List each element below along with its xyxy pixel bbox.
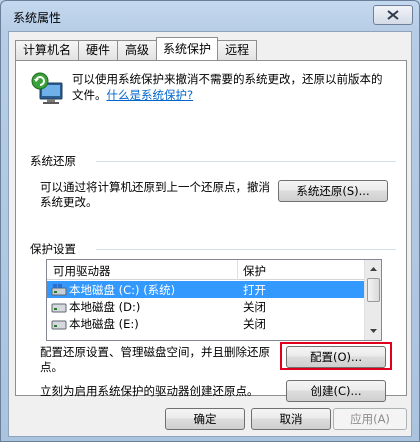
system-restore-group-label: 系统还原 [30, 154, 76, 168]
protection-settings-divider [96, 249, 396, 250]
system-properties-window: 系统属性 计算机名 硬件 高级 系统保护 远程 可以使用系统保护来撤消不需要的系… [0, 0, 420, 442]
configure-description: 配置还原设置、管理磁盘空间，并且删除还原点。 [40, 345, 270, 374]
column-available-drives[interactable]: 可用驱动器 [53, 263, 111, 279]
dialog-client-area: 计算机名 硬件 高级 系统保护 远程 可以使用系统保护来撤消不需要的系统更改，还… [8, 31, 412, 437]
drive-list-header: 可用驱动器 保护 [47, 260, 365, 280]
system-restore-divider [96, 161, 396, 162]
close-icon [387, 10, 399, 20]
drive-icon [51, 320, 67, 330]
tab-hardware[interactable]: 硬件 [78, 40, 119, 60]
scroll-up-button[interactable] [366, 261, 381, 277]
drive-name: 本地磁盘 (C:) (系统) [69, 283, 176, 297]
system-protection-icon [31, 72, 63, 104]
drive-protection-status: 关闭 [243, 317, 266, 331]
tab-system-protection[interactable]: 系统保护 [156, 37, 219, 60]
system-restore-button[interactable]: 系统还原(S)... [278, 180, 388, 202]
chevron-down-icon [370, 329, 377, 333]
tab-advanced[interactable]: 高级 [117, 40, 158, 60]
drive-row-c[interactable]: 本地磁盘 (C:) (系统) 打开 [47, 281, 365, 298]
drive-row-e[interactable]: 本地磁盘 (E:) 关闭 [47, 315, 365, 332]
protection-settings-group-label: 保护设置 [30, 242, 76, 256]
window-title: 系统属性 [13, 11, 62, 25]
drive-row-d[interactable]: 本地磁盘 (D:) 关闭 [47, 298, 365, 315]
system-drive-icon [51, 284, 67, 296]
drive-name: 本地磁盘 (D:) [69, 300, 141, 314]
configure-button-highlight [280, 342, 392, 370]
cancel-button[interactable]: 取消 [251, 408, 331, 430]
apply-button[interactable]: 应用(A) [333, 408, 407, 430]
drive-protection-status: 打开 [243, 283, 266, 297]
scroll-thumb[interactable] [367, 278, 380, 302]
ok-button[interactable]: 确定 [165, 408, 245, 430]
intro-description: 可以使用系统保护来撤消不需要的系统更改，还原以前版本的文件。什么是系统保护? [72, 71, 392, 103]
drive-icon [51, 303, 67, 313]
drive-list[interactable]: 可用驱动器 保护 本地磁盘 (C:) (系统) 打开 本地磁盘 (D:) 关闭 … [46, 259, 382, 341]
drive-protection-status: 关闭 [243, 300, 266, 314]
scroll-down-button[interactable] [366, 323, 381, 339]
create-description: 立刻为启用系统保护的驱动器创建还原点。 [40, 384, 259, 398]
chevron-up-icon [370, 267, 377, 271]
tab-computer-name[interactable]: 计算机名 [15, 40, 80, 60]
system-protection-page: 可以使用系统保护来撤消不需要的系统更改，还原以前版本的文件。什么是系统保护? 系… [15, 60, 407, 402]
drive-list-scrollbar[interactable] [364, 260, 381, 340]
what-is-system-protection-link[interactable]: 什么是系统保护? [107, 88, 194, 102]
create-button[interactable]: 创建(C)... [286, 380, 386, 402]
column-separator [237, 260, 238, 280]
column-protection[interactable]: 保护 [243, 263, 266, 279]
system-restore-description: 可以通过将计算机还原到上一个还原点，撤消系统更改。 [40, 180, 270, 209]
tab-remote[interactable]: 远程 [217, 40, 258, 60]
close-button[interactable] [373, 5, 413, 25]
tab-strip: 计算机名 硬件 高级 系统保护 远程 [15, 37, 258, 61]
drive-name: 本地磁盘 (E:) [69, 317, 139, 331]
